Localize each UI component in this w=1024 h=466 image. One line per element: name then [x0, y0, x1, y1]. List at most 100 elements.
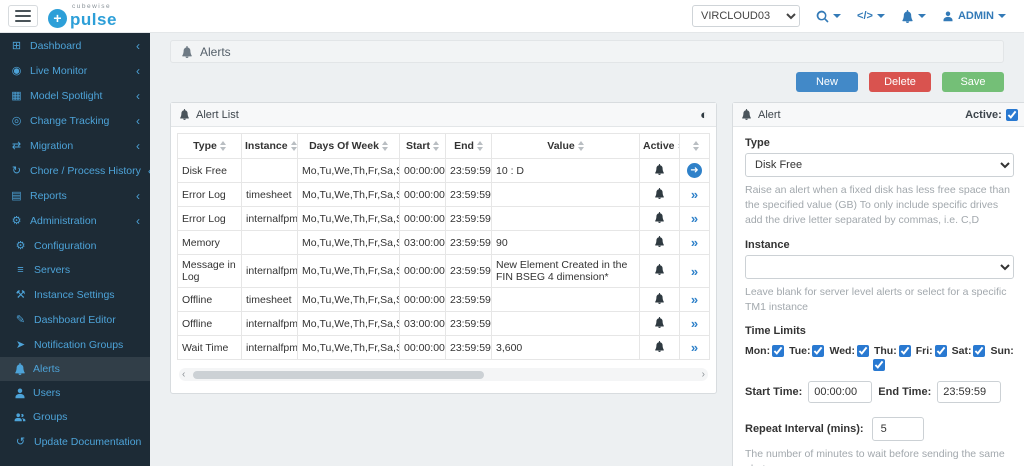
open-alert-button[interactable]: » [691, 292, 698, 307]
search-menu[interactable] [816, 10, 841, 23]
thu-checkbox[interactable] [899, 345, 911, 357]
col-header-days[interactable]: Days Of Week [298, 134, 400, 159]
bell-icon[interactable] [654, 164, 665, 175]
alert-detail-title: Alert [758, 109, 781, 121]
dashboard-icon: ⊞ [10, 39, 23, 52]
wed-checkbox[interactable] [857, 345, 869, 357]
open-alert-button[interactable]: ➜ [687, 163, 702, 178]
col-header-start[interactable]: Start [400, 134, 446, 159]
alert-list-title: Alert List [196, 109, 239, 121]
sun-checkbox[interactable] [873, 359, 885, 371]
open-alert-button[interactable]: » [691, 340, 698, 355]
end-time-input[interactable] [937, 381, 1001, 403]
col-header-open[interactable] [680, 134, 710, 159]
sidebar-item-live-monitor[interactable]: ◉ Live Monitor‹ [0, 58, 150, 83]
col-header-active[interactable]: Active [640, 134, 680, 159]
col-header-type[interactable]: Type [178, 134, 242, 159]
col-header-instance[interactable]: Instance [242, 134, 298, 159]
instance-help-text: Leave blank for server level alerts or s… [745, 285, 1014, 315]
open-alert-button[interactable]: » [691, 187, 698, 202]
time-limits-label: Time Limits [745, 325, 1014, 337]
sun-checkbox-row [745, 359, 1014, 371]
fri-checkbox[interactable] [935, 345, 947, 357]
admin-menu[interactable]: ADMIN [942, 10, 1006, 22]
open-alert-button[interactable]: » [691, 211, 698, 226]
table-row[interactable]: Offline internalfpm Mo,Tu,We,Th,Fr,Sa,Su… [178, 312, 710, 336]
open-alert-button[interactable]: » [691, 235, 698, 250]
instance-select[interactable] [745, 255, 1014, 279]
bell-icon[interactable] [654, 188, 665, 199]
history-icon: ↻ [10, 164, 23, 177]
tue-checkbox[interactable] [812, 345, 824, 357]
sidebar-item-configuration[interactable]: ⚙ Configuration [0, 233, 150, 258]
sort-icon [693, 141, 699, 151]
open-alert-button[interactable]: » [691, 264, 698, 279]
instance-settings-icon: ⚒ [14, 288, 27, 301]
bell-icon[interactable] [654, 212, 665, 223]
column-toggle-icon[interactable]: ◐ [700, 107, 708, 122]
sidebar-item-administration[interactable]: ⚙ Administration‹ [0, 208, 150, 233]
bell-icon[interactable] [654, 341, 665, 352]
sidebar-item-dashboard-editor[interactable]: ✎ Dashboard Editor [0, 307, 150, 332]
sidebar-item-alerts[interactable]: Alerts [0, 357, 150, 381]
refresh-icon: ↺ [14, 435, 27, 448]
sidebar-item-model-spotlight[interactable]: ▦ Model Spotlight‹ [0, 83, 150, 108]
save-button[interactable]: Save [942, 72, 1004, 92]
sat-checkbox[interactable] [973, 345, 985, 357]
instance-label: Instance [745, 239, 1014, 251]
sidebar-item-instance-settings[interactable]: ⚒ Instance Settings [0, 282, 150, 307]
sat-label: Sat: [952, 345, 972, 357]
chevron-down-icon [998, 14, 1006, 18]
delete-button[interactable]: Delete [869, 72, 931, 92]
table-row[interactable]: Wait Time internalfpm Mo,Tu,We,Th,Fr,Sa,… [178, 336, 710, 360]
table-row[interactable]: Error Log internalfpm Mo,Tu,We,Th,Fr,Sa,… [178, 207, 710, 231]
bell-icon[interactable] [654, 236, 665, 247]
table-row[interactable]: Error Log timesheet Mo,Tu,We,Th,Fr,Sa,Su… [178, 183, 710, 207]
end-time-label: End Time: [878, 386, 931, 398]
repeat-interval-input[interactable] [872, 417, 924, 441]
code-menu[interactable]: </> [857, 10, 885, 22]
fri-label: Fri: [916, 345, 933, 357]
sidebar-item-users[interactable]: Users [0, 381, 150, 405]
bell-icon[interactable] [654, 264, 665, 275]
day-checkboxes: Mon: Tue: Wed: Thu: Fri: Sat: Sun: [745, 345, 1014, 357]
chevron-left-icon: ‹ [136, 190, 140, 202]
col-header-end[interactable]: End [446, 134, 492, 159]
menu-toggle-button[interactable] [8, 5, 38, 27]
alert-detail-body: Type Disk Free Raise an alert when a fix… [733, 127, 1024, 466]
col-header-value[interactable]: Value [492, 134, 640, 159]
active-checkbox[interactable] [1006, 109, 1018, 121]
type-select[interactable]: Disk Free [745, 153, 1014, 177]
servers-icon: ≡ [14, 264, 27, 276]
sidebar-item-notification-groups[interactable]: ➤ Notification Groups [0, 332, 150, 357]
wed-label: Wed: [829, 345, 854, 357]
bell-icon[interactable] [654, 293, 665, 304]
chevron-down-icon [833, 14, 841, 18]
start-time-input[interactable] [808, 381, 872, 403]
sidebar-item-reports[interactable]: ▤ Reports‹ [0, 183, 150, 208]
sidebar-item-dashboard[interactable]: ⊞ Dashboard‹ [0, 33, 150, 58]
table-row[interactable]: Offline timesheet Mo,Tu,We,Th,Fr,Sa,Su 0… [178, 288, 710, 312]
scroll-right-icon[interactable]: › [702, 369, 705, 380]
notifications-menu[interactable] [901, 10, 926, 23]
main-content: Alerts New Delete Save Alert List ◐ [150, 33, 1024, 466]
sidebar-item-chore-process-history[interactable]: ↻ Chore / Process History‹ [0, 158, 150, 183]
new-button[interactable]: New [796, 72, 858, 92]
table-row[interactable]: Memory Mo,Tu,We,Th,Fr,Sa,Su 03:00:00 23:… [178, 231, 710, 255]
sidebar-item-change-tracking[interactable]: ◎ Change Tracking‹ [0, 108, 150, 133]
sidebar-item-groups[interactable]: Groups [0, 405, 150, 429]
horizontal-scrollbar[interactable]: ‹ › [179, 368, 708, 381]
bell-icon[interactable] [654, 317, 665, 328]
scrollbar-thumb[interactable] [193, 371, 484, 379]
scroll-left-icon[interactable]: ‹ [182, 369, 185, 380]
brand-logo[interactable]: + cubewise pulse [48, 4, 117, 28]
mon-checkbox[interactable] [772, 345, 784, 357]
sidebar-item-update-documentation[interactable]: ↺ Update Documentation [0, 429, 150, 454]
chevron-left-icon: ‹ [136, 40, 140, 52]
server-select[interactable]: VIRCLOUD03 [692, 5, 800, 27]
table-row[interactable]: Disk Free Mo,Tu,We,Th,Fr,Sa,Su 00:00:00 … [178, 159, 710, 183]
sidebar-item-migration[interactable]: ⇄ Migration‹ [0, 133, 150, 158]
open-alert-button[interactable]: » [691, 316, 698, 331]
table-row[interactable]: Message in Log internalfpm Mo,Tu,We,Th,F… [178, 255, 710, 288]
sidebar-item-servers[interactable]: ≡ Servers [0, 258, 150, 282]
